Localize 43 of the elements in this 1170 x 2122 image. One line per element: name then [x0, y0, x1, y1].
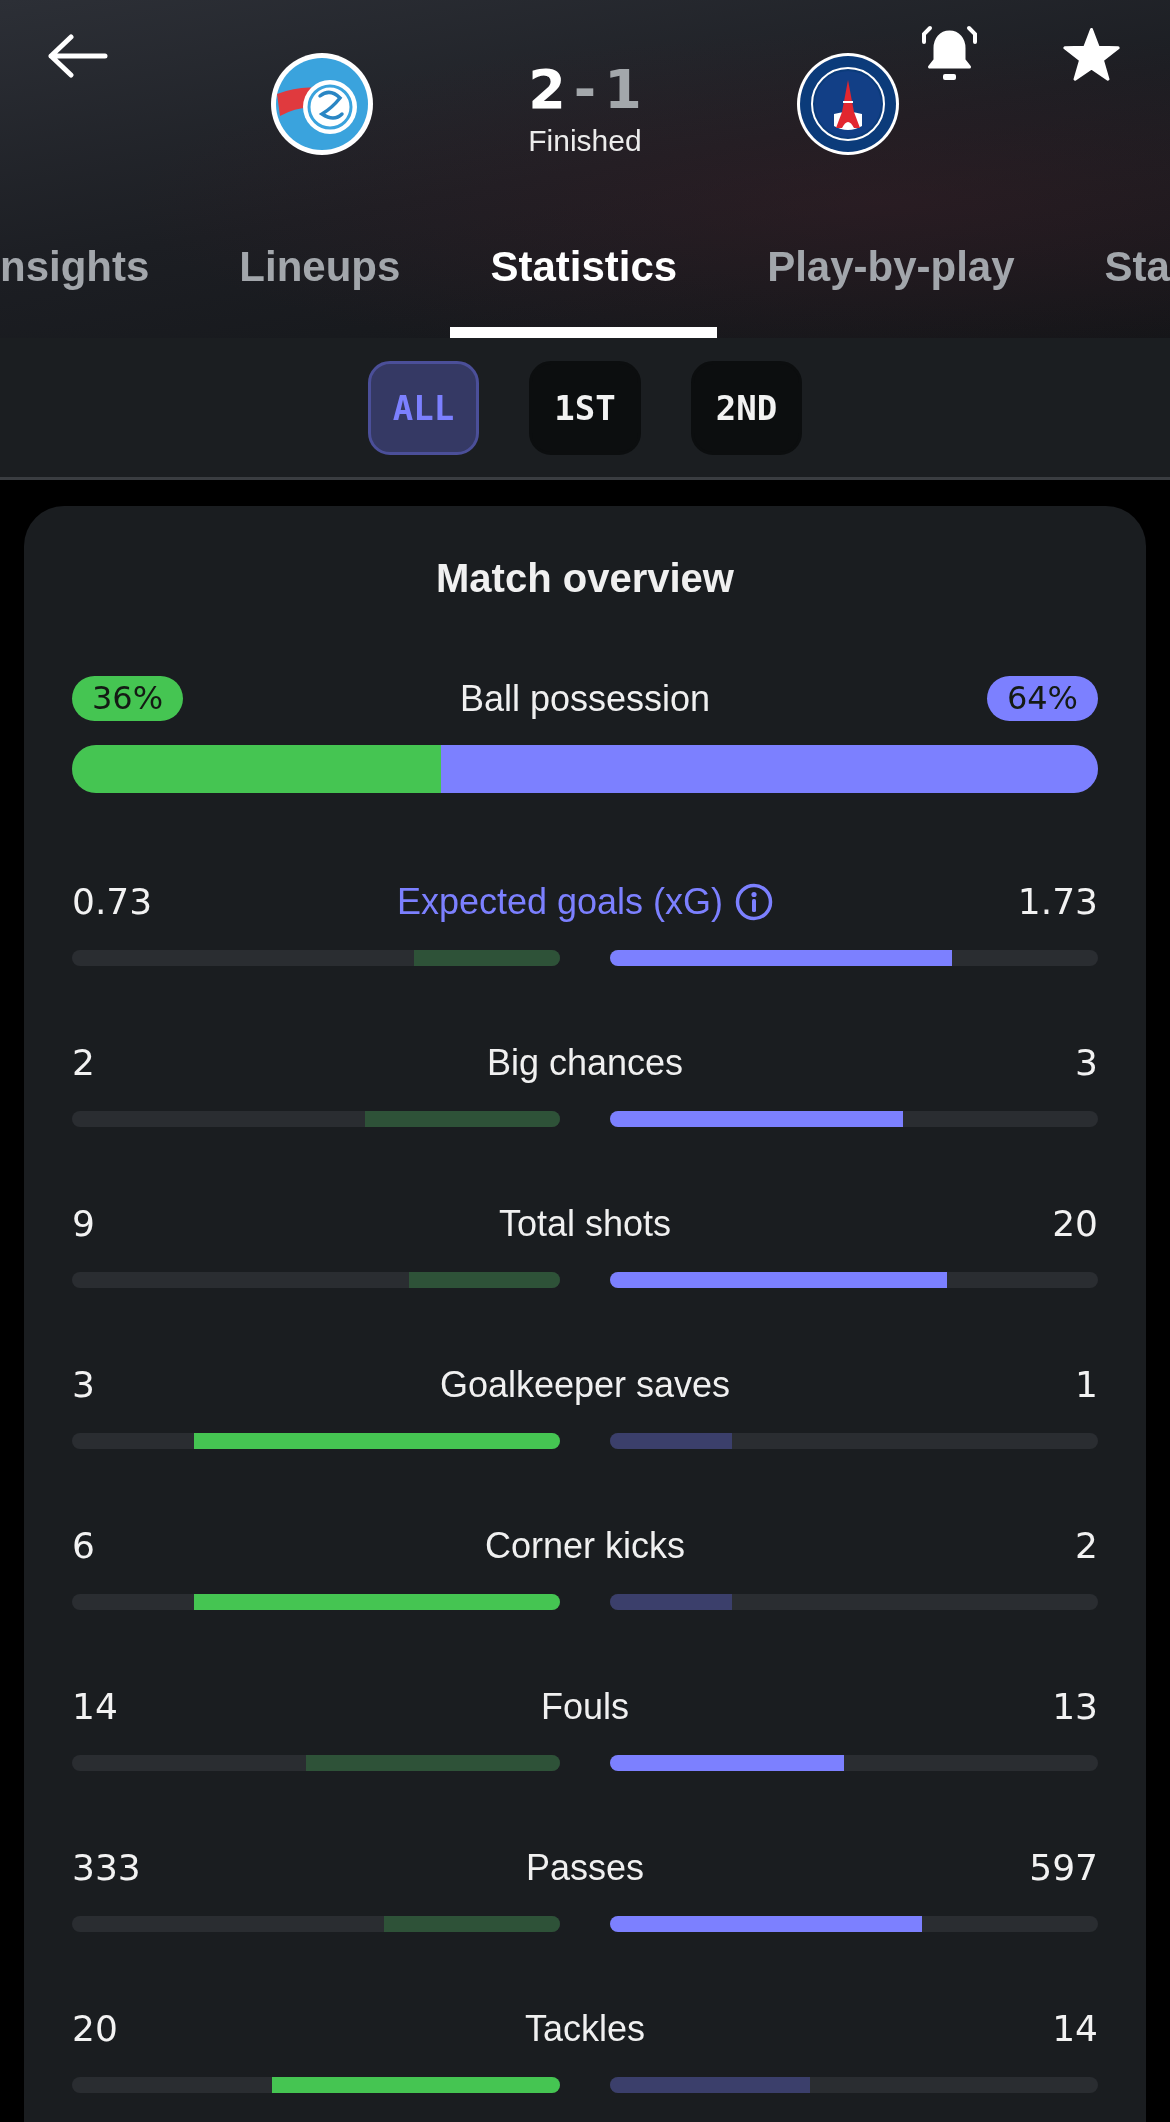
- tab[interactable]: Lineups: [199, 201, 441, 338]
- stat-value: 1: [1075, 1363, 1098, 1407]
- crest-icon: [270, 52, 374, 156]
- stat-value: 3: [72, 1363, 95, 1407]
- tab[interactable]: Sta: [1064, 201, 1170, 338]
- stat-label: Goalkeeper saves: [439, 1363, 731, 1407]
- stat-value: 333: [72, 1846, 141, 1890]
- stat-info-link[interactable]: Expected goals (xG): [396, 880, 774, 924]
- tab[interactable]: nsights: [0, 201, 190, 338]
- stat-value: 2: [72, 1041, 95, 1085]
- stat-label: Tackles: [524, 2007, 645, 2051]
- stat-value: 14: [1052, 2007, 1098, 2051]
- away-score: 1: [604, 60, 642, 120]
- stat-label: Passes: [525, 1846, 645, 1890]
- stat-value: 9: [72, 1202, 95, 1246]
- possession-badge: 36%: [72, 676, 184, 721]
- stat-label: Ball possession: [459, 676, 711, 721]
- back-icon[interactable]: [47, 34, 108, 78]
- score-separator: -: [573, 60, 597, 120]
- stat-value: 3: [1075, 1041, 1098, 1085]
- crest-icon: [796, 52, 900, 156]
- stat-value: 1.73: [1017, 880, 1098, 924]
- stat-label: Big chances: [486, 1041, 684, 1085]
- stat-value: 14: [72, 1685, 118, 1729]
- card-title: Match overview: [435, 555, 735, 602]
- stat-value: 13: [1052, 1685, 1098, 1729]
- stat-value: 6: [72, 1524, 95, 1568]
- stat-value: 2: [1075, 1524, 1098, 1568]
- possession-badge: 64%: [986, 676, 1098, 721]
- tab[interactable]: Play-by-play: [727, 201, 1055, 338]
- star-icon[interactable]: [1062, 27, 1121, 81]
- stat-value: 20: [1052, 1202, 1098, 1246]
- info-icon[interactable]: [735, 883, 774, 921]
- match-status: Finished: [528, 124, 642, 158]
- stat-label: Total shots: [498, 1202, 672, 1246]
- stat-label: Fouls: [541, 1685, 629, 1729]
- stat-value: 0.73: [72, 880, 153, 924]
- stat-label: Corner kicks: [484, 1524, 685, 1568]
- home-score: 2: [528, 60, 566, 120]
- stat-value: 20: [72, 2007, 118, 2051]
- stat-value: 597: [1029, 1846, 1098, 1890]
- period-filter-button[interactable]: 2ND: [690, 361, 803, 455]
- period-filter-button[interactable]: 1ST: [529, 361, 641, 455]
